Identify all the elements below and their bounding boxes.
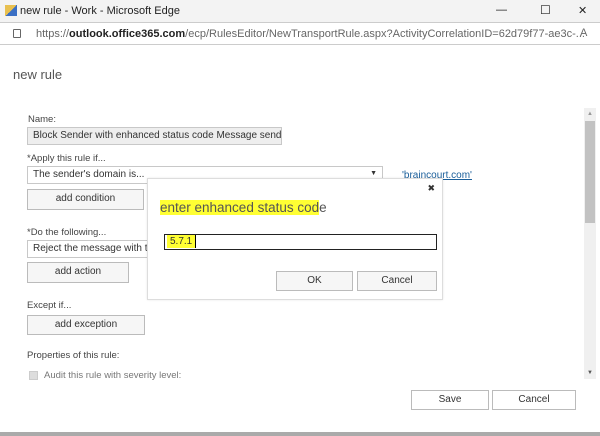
url-domain: outlook.office365.com	[69, 28, 186, 40]
minimize-button[interactable]: —	[496, 4, 507, 16]
audit-row: Audit this rule with severity level:	[27, 369, 247, 383]
dialog-close-icon[interactable]: ✖	[427, 183, 435, 194]
page-title: new rule	[13, 67, 63, 82]
dialog-title-rest: e	[319, 200, 327, 215]
name-field[interactable]: Block Sender with enhanced status code M…	[27, 127, 282, 145]
url[interactable]: https://outlook.office365.com/ecp/RulesE…	[36, 28, 585, 40]
read-aloud-icon[interactable]: A	[580, 27, 587, 39]
address-bar[interactable]: https://outlook.office365.com/ecp/RulesE…	[0, 22, 600, 45]
dropdown-arrow-icon: ▼	[370, 170, 377, 177]
outlook-app-icon	[5, 5, 17, 16]
name-label: Name:	[28, 114, 56, 125]
lock-icon	[13, 29, 21, 38]
dialog-title-highlighted: enter enhanced status cod	[160, 200, 320, 215]
status-code-input[interactable]: 5.7.1	[164, 234, 437, 250]
url-scheme: https://	[36, 28, 70, 40]
add-exception-button[interactable]: add exception	[27, 315, 145, 335]
dialog-cancel-button[interactable]: Cancel	[357, 271, 437, 291]
scroll-down-arrow[interactable]: ▼	[587, 370, 593, 376]
add-action-button[interactable]: add action	[27, 262, 129, 283]
cancel-button[interactable]: Cancel	[492, 390, 576, 410]
audit-label: Audit this rule with severity level:	[44, 370, 182, 381]
add-condition-button[interactable]: add condition	[27, 189, 144, 210]
window-title: new rule - Work - Microsoft Edge	[20, 5, 180, 17]
close-window-button[interactable]: ✕	[578, 4, 587, 17]
scrollbar[interactable]: ▲ ▼	[584, 108, 596, 379]
dialog-ok-button[interactable]: OK	[276, 271, 353, 291]
dialog-title: enter enhanced status code	[160, 200, 327, 215]
bottom-border	[0, 432, 600, 436]
scroll-thumb[interactable]	[585, 121, 595, 223]
title-bar: new rule - Work - Microsoft Edge — ☐ ✕	[0, 0, 600, 22]
scroll-up-arrow[interactable]: ▲	[587, 111, 593, 117]
audit-checkbox[interactable]	[29, 371, 38, 380]
condition-select-value: The sender's domain is...	[33, 169, 145, 180]
status-code-value: 5.7.1	[167, 235, 197, 248]
apply-label: *Apply this rule if...	[27, 153, 106, 164]
url-path: /ecp/RulesEditor/NewTransportRule.aspx?A…	[185, 28, 585, 40]
properties-label: Properties of this rule:	[27, 350, 120, 361]
maximize-button[interactable]: ☐	[540, 3, 551, 17]
do-label: *Do the following...	[27, 227, 107, 238]
except-label: Except if...	[27, 300, 72, 311]
save-button[interactable]: Save	[411, 390, 489, 410]
status-code-dialog: ✖ enter enhanced status code 5.7.1 OK Ca…	[147, 178, 443, 300]
